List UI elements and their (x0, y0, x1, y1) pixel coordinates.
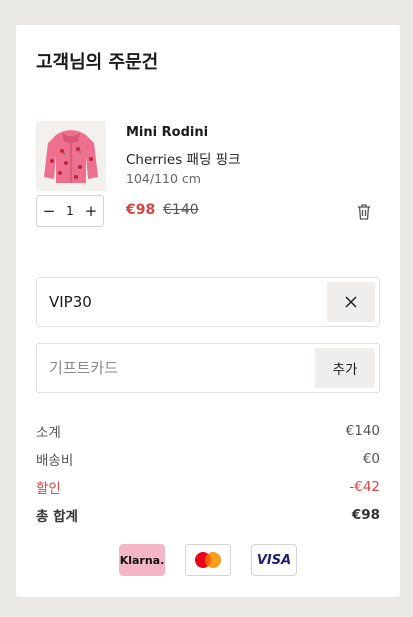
shipping-label: 배송비 (36, 453, 74, 469)
jacket-image (36, 121, 106, 191)
sale-price: €98 (126, 202, 156, 218)
product-brand: Mini Rodini (126, 125, 209, 140)
total-row: 총 합계 €98 (36, 501, 380, 529)
delete-item-button[interactable] (356, 203, 372, 221)
order-summary-card: 고객님의 주문건 Mini Rodini Cherries 패딩 핑크 104/… (16, 25, 400, 597)
total-value: €98 (351, 507, 380, 523)
product-size: 104/110 cm (126, 171, 201, 186)
coupon-input[interactable] (49, 288, 299, 316)
discount-label: 할인 (36, 481, 61, 497)
coupon-field (36, 277, 380, 327)
mastercard-icon (185, 544, 231, 576)
payment-methods: Klarna. VISA (119, 544, 297, 576)
discount-row: 할인 -€42 (36, 473, 380, 501)
product-image[interactable] (36, 121, 106, 191)
shipping-row: 배송비 €0 (36, 445, 380, 473)
original-price: €140 (163, 202, 199, 218)
add-giftcard-button[interactable]: 추가 (315, 348, 375, 388)
decrease-quantity-button[interactable]: − (41, 202, 57, 220)
product-name[interactable]: Cherries 패딩 핑크 (126, 148, 241, 168)
total-label: 총 합계 (36, 509, 78, 525)
giftcard-field: 추가 (36, 343, 380, 393)
giftcard-input[interactable] (49, 354, 299, 382)
quantity-stepper: − 1 + (36, 195, 104, 227)
klarna-logo: Klarna. (119, 544, 165, 576)
subtotal-row: 소계 €140 (36, 417, 380, 445)
discount-value: -€42 (349, 479, 380, 495)
subtotal-value: €140 (345, 423, 380, 439)
visa-logo: VISA (251, 544, 297, 576)
close-icon (345, 296, 357, 308)
page-title: 고객님의 주문건 (36, 52, 159, 73)
trash-icon (358, 204, 370, 220)
price-summary: 소계 €140 배송비 €0 할인 -€42 총 합계 €98 (36, 417, 380, 529)
increase-quantity-button[interactable]: + (83, 202, 99, 220)
shipping-value: €0 (362, 451, 380, 467)
remove-coupon-button[interactable] (327, 282, 375, 322)
quantity-value: 1 (66, 204, 74, 218)
subtotal-label: 소계 (36, 425, 61, 441)
